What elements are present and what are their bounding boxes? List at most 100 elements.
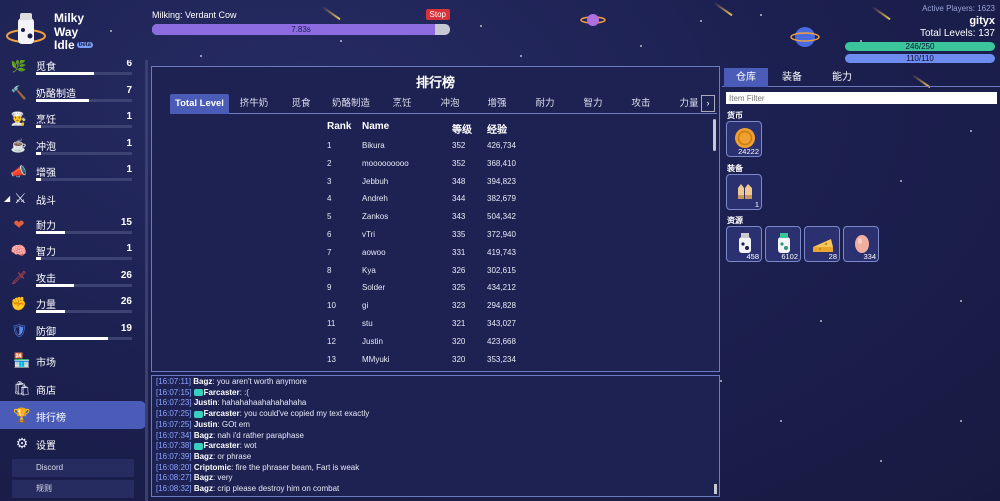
- xp-cell: 302,615: [487, 265, 516, 275]
- rank-cell: 4: [327, 194, 332, 204]
- chat-text: you aren't worth anymore: [214, 377, 307, 386]
- chat-scrollbar[interactable]: [714, 484, 717, 494]
- name-cell: stu: [362, 318, 373, 328]
- chat-username[interactable]: Bagz: [194, 452, 213, 461]
- tab-8[interactable]: 智力: [571, 94, 615, 114]
- skill-list: 🌿 觅食 6 🔨 奶酪制造 7 👨‍🍳 烹饪 1 ☕ 冲泡 1 📣 增强 1: [0, 60, 146, 186]
- star: [720, 380, 722, 382]
- table-row[interactable]: 5 Zankos 343 504,342: [327, 212, 527, 230]
- level-cell: 335: [452, 229, 466, 239]
- tab-2[interactable]: 觅食: [280, 94, 322, 114]
- table-row[interactable]: 7 aowoo 331 419,743: [327, 248, 527, 266]
- item-slot-egg[interactable]: 334: [843, 226, 879, 262]
- category-equipment: 装备: [727, 164, 743, 173]
- chat-timestamp: [16:08:32]: [156, 484, 192, 494]
- combat-section-header[interactable]: ◢ ⚔ 战斗: [0, 186, 146, 212]
- xp-cell: 426,734: [487, 141, 516, 150]
- level-cell: 344: [452, 194, 466, 204]
- chat-username[interactable]: Criptomic: [194, 463, 231, 472]
- chat-message: [16:07:23] Justin: hahahahaahahahahaha: [156, 398, 307, 408]
- skill-row-skills_top0[interactable]: 🌿 觅食 6: [0, 60, 146, 80]
- table-row[interactable]: 11 stu 321 343,027: [327, 319, 527, 337]
- skill-row-skills_top2[interactable]: 👨‍🍳 烹饪 1: [0, 106, 146, 133]
- skill-row-skills_combat2[interactable]: 🗡 攻击 26: [0, 265, 146, 292]
- tab-1[interactable]: 挤牛奶: [232, 94, 276, 114]
- item-slot-cheese[interactable]: 28: [804, 226, 840, 262]
- chat-username[interactable]: Farcaster: [204, 388, 240, 397]
- chat-username[interactable]: Justin: [194, 420, 218, 429]
- table-row[interactable]: 10 gi 323 294,828: [327, 301, 527, 319]
- chat-username[interactable]: Farcaster: [204, 441, 240, 450]
- skill-row-skills_combat0[interactable]: ❤ 耐力 15: [0, 212, 146, 239]
- skill-name: 防御: [36, 326, 56, 338]
- nav-item-2[interactable]: 🏆 排行榜: [0, 401, 146, 429]
- nav-item-1[interactable]: 🛍 商店: [0, 374, 146, 402]
- nav-item-3[interactable]: ⚙ 设置: [0, 429, 146, 457]
- table-row[interactable]: 8 Kya 326 302,615: [327, 266, 527, 284]
- chat-badge-icon: [193, 442, 203, 450]
- rules-link[interactable]: 规则: [12, 480, 134, 498]
- chat-username[interactable]: Bagz: [194, 484, 213, 493]
- teacup-icon: ☕: [10, 137, 28, 153]
- star: [340, 40, 342, 42]
- chat-timestamp: [16:07:38]: [156, 441, 192, 451]
- nav-label: 设置: [36, 440, 56, 452]
- nav-item-0[interactable]: 🏪 市场: [0, 346, 146, 374]
- discord-link[interactable]: Discord: [12, 459, 134, 477]
- chat-timestamp: [16:07:39]: [156, 451, 192, 461]
- item-filter-input[interactable]: [726, 92, 997, 104]
- chat-username[interactable]: Bagz: [193, 377, 212, 386]
- inventory-tab-2[interactable]: 能力: [818, 68, 866, 87]
- skill-name: 增强: [36, 168, 56, 179]
- star: [760, 14, 762, 16]
- star: [880, 460, 882, 462]
- skill-row-skills_combat3[interactable]: ✊ 力量 26: [0, 291, 146, 318]
- leaderboard-scrollbar[interactable]: [713, 119, 716, 151]
- chat-username[interactable]: Bagz: [194, 473, 213, 482]
- xp-cell: 434,212: [487, 283, 516, 293]
- chat-username[interactable]: Justin: [194, 398, 218, 407]
- col-rank: Rank: [327, 121, 352, 132]
- table-row[interactable]: 2 mooooooooo 352 368,410: [327, 159, 527, 177]
- table-row[interactable]: 6 vTri 335 372,940: [327, 230, 527, 248]
- chat-text: GOt em: [219, 419, 250, 429]
- table-row[interactable]: 1 Bikura 352 426,734: [327, 141, 527, 159]
- skill-row-skills_combat1[interactable]: 🧠 智力 1: [0, 238, 146, 265]
- stop-button[interactable]: Stop: [425, 9, 450, 20]
- leaderboard-table: Rank Name 等级 经验 1 Bikura 352 426,734 2 mooooo…: [327, 121, 527, 372]
- tab-7[interactable]: 耐力: [523, 94, 567, 114]
- table-row[interactable]: 12 Justin 320 423,668: [327, 337, 527, 355]
- table-row[interactable]: 4 Andreh 344 382,679: [327, 194, 527, 212]
- item-slot-coin[interactable]: 24222: [726, 121, 762, 157]
- page-title: 排行榜: [415, 75, 455, 90]
- action-progress-text: 7.83s: [291, 25, 311, 34]
- skill-row-skills_top4[interactable]: 📣 增强 1: [0, 159, 146, 186]
- item-slot-verdant-milk[interactable]: 6102: [765, 226, 801, 262]
- tab-9[interactable]: 攻击: [619, 94, 663, 114]
- table-row[interactable]: 3 Jebbuh 348 394,823: [327, 177, 527, 195]
- table-row[interactable]: 13 MMyuki 320 353,234: [327, 355, 527, 373]
- tab-4[interactable]: 烹饪: [380, 94, 424, 114]
- inventory-tab-0[interactable]: 仓库: [724, 68, 768, 87]
- chat-badge-icon: [193, 389, 203, 397]
- chat-username[interactable]: Bagz: [194, 431, 213, 440]
- chat-username[interactable]: Farcaster: [204, 409, 240, 418]
- tab-3[interactable]: 奶酪制造: [325, 94, 377, 114]
- username[interactable]: gityx: [845, 15, 995, 27]
- name-cell: Kya: [362, 265, 376, 275]
- tab-10[interactable]: 力量: [667, 94, 711, 114]
- inventory-tab-1[interactable]: 装备: [769, 68, 815, 87]
- item-slot-milk[interactable]: 458: [726, 226, 762, 262]
- level-cell: 331: [452, 247, 466, 257]
- skill-row-skills_combat4[interactable]: 🛡 防御 19: [0, 318, 146, 345]
- chat-message: [16:07:25] Farcaster: you could've copied…: [156, 409, 370, 419]
- tab-6[interactable]: 增强: [475, 94, 519, 114]
- sidebar-scrollbar[interactable]: [145, 60, 148, 501]
- star: [700, 20, 702, 22]
- tab-0[interactable]: Total Level: [170, 94, 229, 114]
- item-slot-gloves[interactable]: 1: [726, 174, 762, 210]
- skill-row-skills_top3[interactable]: ☕ 冲泡 1: [0, 133, 146, 160]
- table-row[interactable]: 9 Solder 325 434,212: [327, 283, 527, 301]
- tab-5[interactable]: 冲泡: [428, 94, 472, 114]
- skill-row-skills_top1[interactable]: 🔨 奶酪制造 7: [0, 80, 146, 107]
